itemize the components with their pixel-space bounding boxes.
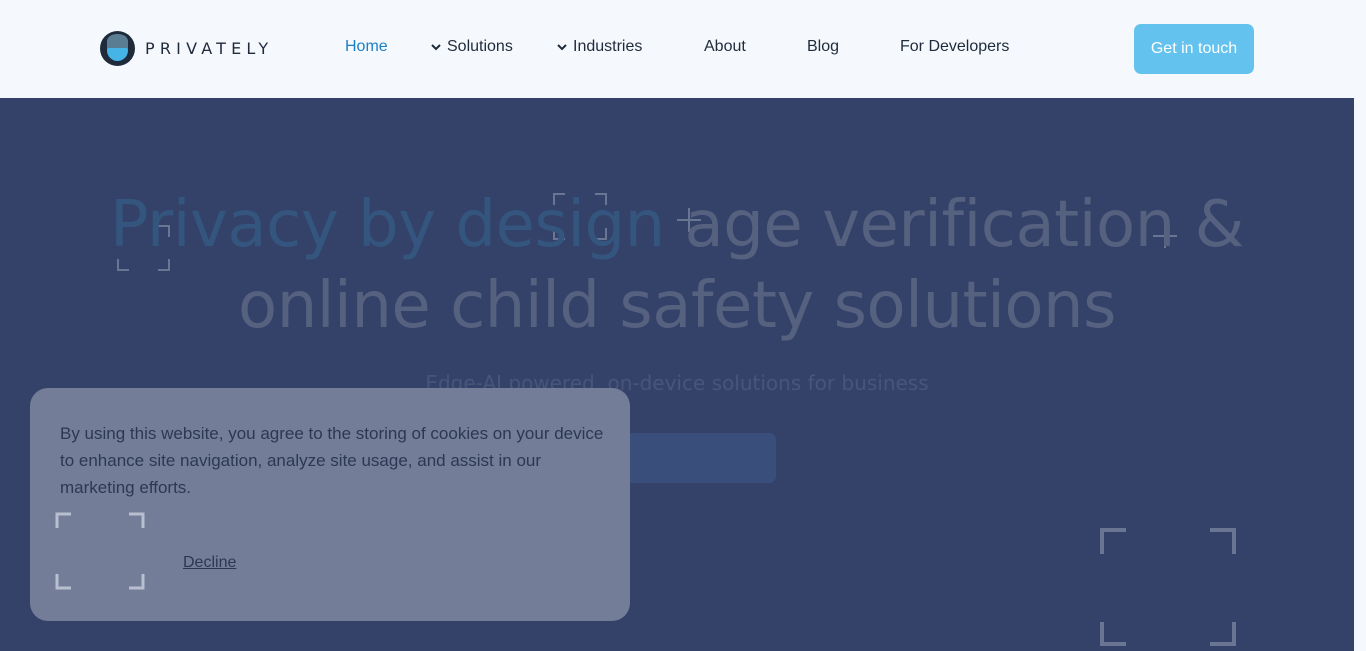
chevron-down-icon	[431, 44, 441, 51]
decline-button[interactable]: Decline	[183, 554, 236, 572]
nav-item-label: Industries	[573, 38, 643, 55]
page-scrollbar[interactable]	[1354, 98, 1366, 651]
privately-logo-icon	[100, 31, 135, 66]
cookie-banner: By using this website, you agree to the …	[30, 388, 630, 621]
corner-frame-icon	[1100, 528, 1236, 646]
nav-item-about[interactable]: About	[704, 38, 746, 56]
brand-logo[interactable]: PRIVATELY	[100, 31, 273, 66]
cookie-text: By using this website, you agree to the …	[60, 424, 604, 497]
nav-item-home[interactable]: Home	[345, 38, 388, 56]
chevron-down-icon	[557, 44, 567, 51]
headline-rest: age verification &	[664, 188, 1245, 262]
nav-item-label: Home	[345, 38, 388, 55]
nav-item-blog[interactable]: Blog	[807, 38, 839, 56]
hero-headline: Privacy by design age verification & onl…	[0, 185, 1354, 347]
nav-item-label: About	[704, 38, 746, 55]
nav-item-label: For Developers	[900, 38, 1010, 55]
headline-line2-rest: safety solutions	[599, 269, 1116, 343]
nav-item-industries[interactable]: Industries	[557, 38, 642, 56]
nav-item-label: Blog	[807, 38, 840, 55]
headline-line2-accent: online child	[238, 269, 600, 343]
get-in-touch-button[interactable]: Get in touch	[1134, 24, 1254, 74]
brand-name: PRIVATELY	[145, 39, 274, 58]
site-header: PRIVATELY Home Solutions Industries Abou…	[0, 0, 1366, 98]
corner-frame-icon	[55, 512, 145, 590]
nav-item-for-developers[interactable]: For Developers	[900, 38, 1009, 56]
headline-accent: Privacy by design	[109, 188, 665, 262]
nav-item-label: Solutions	[447, 38, 513, 55]
nav-item-solutions[interactable]: Solutions	[431, 38, 513, 56]
